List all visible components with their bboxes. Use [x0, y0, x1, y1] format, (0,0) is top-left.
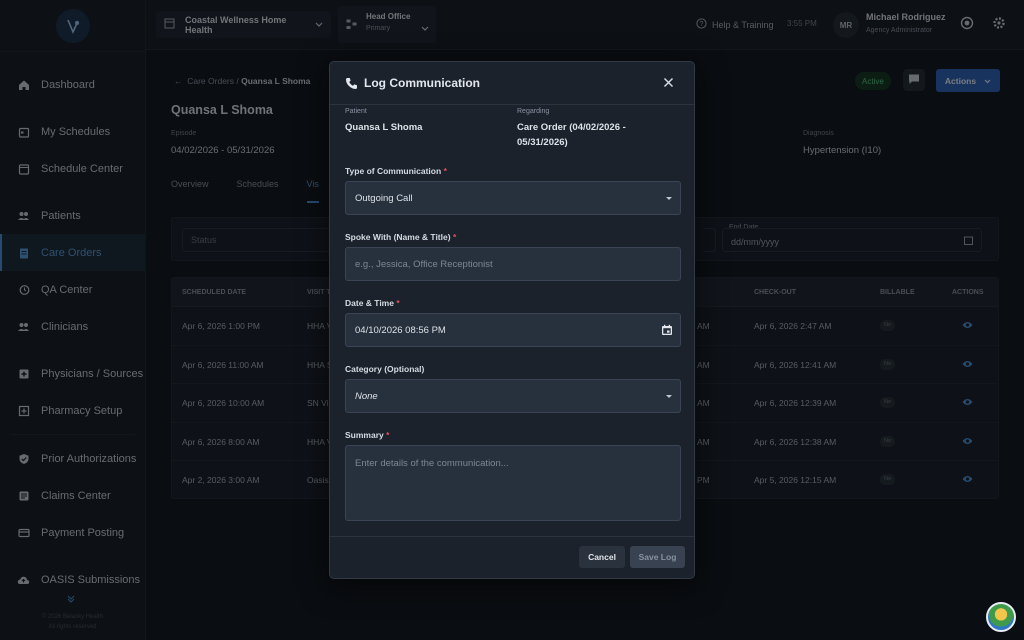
datetime-label: Date & Time * [345, 298, 400, 308]
datetime-input[interactable]: 04/10/2026 08:56 PM [345, 313, 681, 347]
log-communication-dialog: Log Communication Patient Quansa L Shoma… [329, 61, 695, 579]
caret-down-icon [666, 395, 672, 398]
datetime-value: 04/10/2026 08:56 PM [355, 324, 446, 336]
type-label: Type of Communication * [345, 166, 447, 176]
regarding-label: Regarding [517, 108, 550, 115]
spoke-with-label: Spoke With (Name & Title) * [345, 232, 457, 242]
category-label: Category (Optional) [345, 364, 425, 374]
patient-label: Patient [345, 108, 367, 115]
regarding-value: Care Order (04/02/2026 - 05/31/2026) [517, 122, 626, 148]
communication-type-value: Outgoing Call [355, 192, 413, 204]
caret-down-icon [666, 197, 672, 200]
assistant-launcher-icon[interactable] [986, 602, 1016, 632]
save-log-button[interactable]: Save Log [630, 546, 685, 568]
spoke-with-input[interactable]: e.g., Jessica, Office Receptionist [345, 247, 681, 281]
dialog-header: Log Communication [330, 62, 694, 105]
communication-type-select[interactable]: Outgoing Call [345, 181, 681, 215]
summary-textarea[interactable]: Enter details of the communication... [345, 445, 681, 521]
close-icon[interactable] [663, 77, 674, 91]
patient-value: Quansa L Shoma [345, 122, 423, 133]
dialog-title: Log Communication [364, 76, 480, 90]
phone-icon [345, 77, 358, 93]
summary-label: Summary * [345, 430, 390, 440]
dialog-footer: Cancel Save Log [330, 536, 694, 578]
calendar-icon[interactable] [661, 324, 673, 339]
category-select[interactable]: None [345, 379, 681, 413]
category-value: None [355, 390, 378, 402]
cancel-button[interactable]: Cancel [579, 546, 625, 568]
